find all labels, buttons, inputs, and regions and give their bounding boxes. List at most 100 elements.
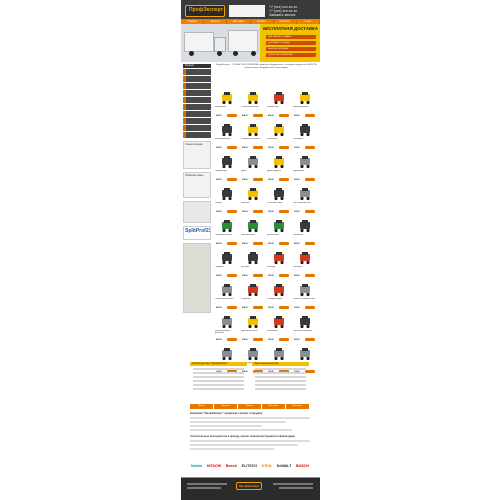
product-name[interactable]: Генератор	[241, 298, 265, 303]
product-card[interactable]: Генератор 800 ₽	[240, 282, 266, 314]
callback-link[interactable]: Заказать звонок	[269, 13, 317, 17]
order-button[interactable]	[253, 146, 263, 149]
sidebar-category[interactable]	[183, 76, 211, 82]
orange-link[interactable]: Ремонт	[238, 404, 262, 409]
order-button[interactable]	[253, 338, 263, 341]
product-card[interactable]: Сварочный аппарат 400 ₽	[214, 282, 240, 314]
product-image[interactable]	[271, 283, 287, 297]
sidebar-category[interactable]	[183, 83, 211, 89]
product-card[interactable]: Глубинный вибратор 350 ₽	[292, 314, 318, 346]
order-button[interactable]	[279, 210, 289, 213]
product-card[interactable]: Виброплита 500 ₽	[214, 90, 240, 122]
product-image[interactable]	[271, 155, 287, 169]
product-card[interactable]: Мотопомпа 500 ₽	[266, 314, 292, 346]
orange-link[interactable]: Контакты	[286, 404, 310, 409]
product-name[interactable]: Отбойный молоток	[241, 106, 265, 111]
product-name[interactable]: Плиткорез	[293, 138, 317, 143]
product-name[interactable]: Компрессор	[267, 106, 291, 111]
product-card[interactable]: Торцовочная пила 400 ₽	[214, 218, 240, 250]
order-button[interactable]	[279, 146, 289, 149]
product-card[interactable]: Культиватор 600 ₽	[266, 218, 292, 250]
order-button[interactable]	[305, 338, 315, 341]
brand-logo[interactable]: DeWALT	[276, 463, 293, 469]
product-image[interactable]	[297, 219, 313, 233]
order-button[interactable]	[227, 338, 237, 341]
product-card[interactable]: Штроборез 300 ₽	[266, 122, 292, 154]
order-button[interactable]	[227, 114, 237, 117]
header-banner[interactable]	[229, 5, 265, 17]
product-card[interactable]: Лобзик 200 ₽	[214, 186, 240, 218]
sidebar-category[interactable]	[183, 118, 211, 124]
product-card[interactable]: Дренажный насос 300 ₽	[240, 314, 266, 346]
product-image[interactable]	[271, 123, 287, 137]
product-image[interactable]	[219, 219, 235, 233]
product-name[interactable]: Бетономешалка	[215, 138, 239, 143]
product-name[interactable]: Сабельная пила	[267, 202, 291, 207]
product-image[interactable]	[245, 155, 261, 169]
product-card[interactable]: Фен строительный 150 ₽	[292, 186, 318, 218]
product-image[interactable]	[245, 283, 261, 297]
product-image[interactable]	[219, 347, 235, 361]
product-name[interactable]: Мойка высокого давления	[215, 330, 239, 335]
product-name[interactable]: Бензорез	[293, 266, 317, 271]
product-card[interactable]: Затирочная машина 500 ₽	[240, 122, 266, 154]
brand-logo[interactable]: STIHL	[261, 463, 273, 469]
product-image[interactable]	[297, 187, 313, 201]
product-image[interactable]	[271, 187, 287, 201]
product-card[interactable]: Перфоратор 250 ₽	[214, 154, 240, 186]
order-button[interactable]	[279, 242, 289, 245]
order-button[interactable]	[305, 274, 315, 277]
product-image[interactable]	[297, 315, 313, 329]
map-block[interactable]: Схема проезда	[183, 141, 211, 169]
product-image[interactable]	[219, 123, 235, 137]
product-name[interactable]: Дрель	[241, 170, 265, 175]
product-image[interactable]	[219, 315, 235, 329]
product-card[interactable]: Бетономешалка 350 ₽	[214, 122, 240, 154]
brand-logo[interactable]: Bosch	[225, 463, 238, 469]
product-image[interactable]	[271, 315, 287, 329]
feedback-form[interactable]: Обратная связь	[183, 172, 211, 198]
product-image[interactable]	[271, 347, 287, 361]
order-button[interactable]	[253, 210, 263, 213]
sidebar-category[interactable]	[183, 111, 211, 117]
product-card[interactable]: Дрель ударная 200 ₽	[266, 154, 292, 186]
product-name[interactable]: Дренажный насос	[241, 330, 265, 335]
product-card[interactable]: Пылесос строительный 300 ₽	[292, 282, 318, 314]
brand-logo[interactable]: ELITECH	[241, 463, 258, 469]
product-name[interactable]: Мотопомпа	[267, 330, 291, 335]
product-name[interactable]: Фен строительный	[293, 202, 317, 207]
order-button[interactable]	[279, 114, 289, 117]
order-button[interactable]	[305, 306, 315, 309]
product-name[interactable]: Торцовочная пила	[215, 234, 239, 239]
product-card[interactable]: Шуруповерт 200 ₽	[292, 154, 318, 186]
product-image[interactable]	[245, 347, 261, 361]
product-card[interactable]: Болгарка 250 ₽	[240, 186, 266, 218]
sidebar-category[interactable]	[183, 104, 211, 110]
product-card[interactable]: Сабельная пила 250 ₽	[266, 186, 292, 218]
orange-link[interactable]: Продажа	[214, 404, 238, 409]
product-image[interactable]	[245, 315, 261, 329]
product-name[interactable]: Пылесос строительный	[293, 298, 317, 303]
brand-logo[interactable]: Makita	[190, 463, 203, 469]
product-name[interactable]: Болгарка	[241, 202, 265, 207]
split-banner[interactable]: SplitProf23	[183, 226, 211, 240]
sidebar-category[interactable]	[183, 125, 211, 131]
product-image[interactable]	[219, 187, 235, 201]
product-name[interactable]: Культиватор	[267, 234, 291, 239]
product-image[interactable]	[297, 283, 313, 297]
product-name[interactable]: Лобзик	[215, 202, 239, 207]
promo-column[interactable]	[183, 243, 211, 313]
sidebar-category[interactable]	[183, 132, 211, 138]
brand-logo[interactable]: HITACHI	[206, 463, 222, 469]
product-name[interactable]: Виброплита	[215, 106, 239, 111]
product-name[interactable]: Глубинный вибратор	[293, 330, 317, 335]
order-button[interactable]	[279, 338, 289, 341]
product-card[interactable]: Тепловая пушка 350 ₽	[266, 282, 292, 314]
product-name[interactable]: Мотобур	[267, 266, 291, 271]
brand-logo[interactable]: BOSCH	[295, 463, 310, 469]
product-card[interactable]: Дрель 200 ₽	[240, 154, 266, 186]
product-card[interactable]: Отбойный молоток 400 ₽	[240, 90, 266, 122]
product-image[interactable]	[271, 219, 287, 233]
product-image[interactable]	[245, 123, 261, 137]
worker-banner[interactable]	[183, 201, 211, 223]
